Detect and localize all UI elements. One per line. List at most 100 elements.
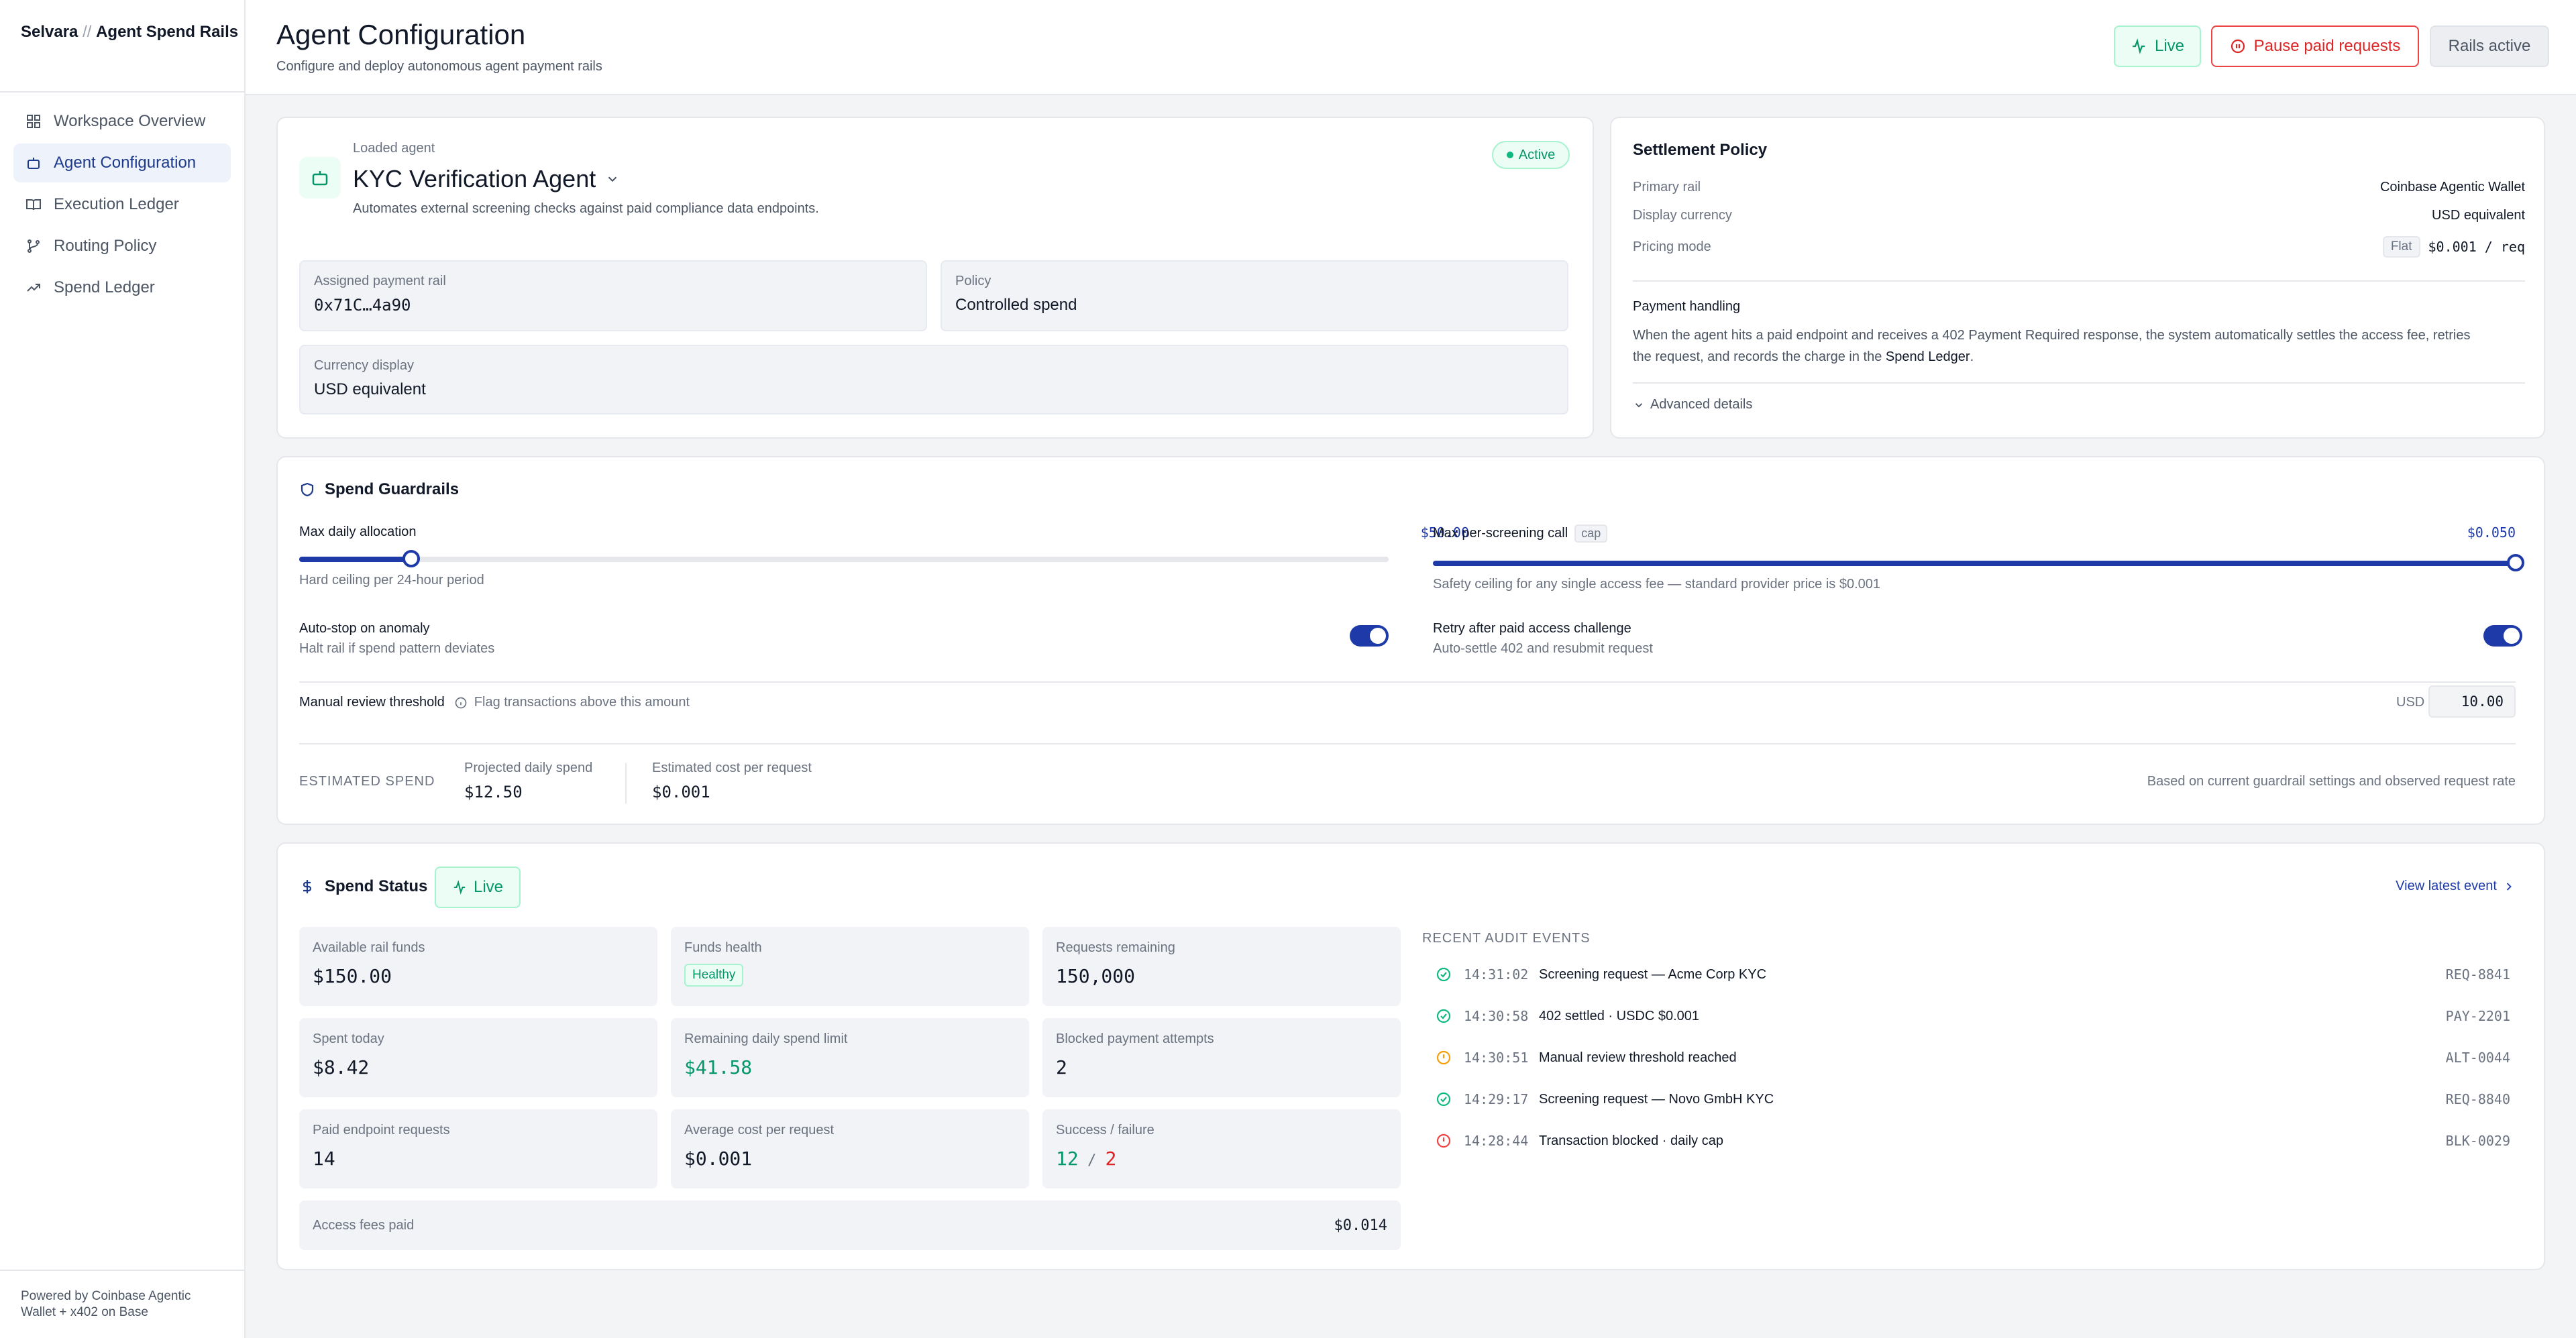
per-call-label: Max per-screening call	[1433, 526, 1568, 541]
stat-funds-health: Funds health Healthy	[671, 927, 1029, 1006]
manual-review-row: Manual review threshold Flag transaction…	[299, 695, 690, 710]
stat-value: $8.42	[313, 1056, 370, 1078]
stat-value: 150,000	[1056, 965, 1136, 987]
bot-icon	[28, 158, 40, 169]
agent-avatar	[299, 157, 341, 199]
agent-selector[interactable]: KYC Verification Agent	[353, 165, 620, 193]
brand-product: Agent Spend Rails	[96, 23, 239, 41]
sidebar-item-workspace-overview[interactable]: Workspace Overview	[13, 102, 231, 141]
sidebar: Selvara // Agent Spend Rails Workspace O…	[0, 0, 246, 1338]
estimated-cost-label: Estimated cost per request	[652, 761, 812, 775]
per-call-sub: Safety ceiling for any single access fee…	[1433, 577, 1881, 592]
per-call-value: $0.050	[2467, 524, 2516, 541]
pause-label: Pause paid requests	[2253, 37, 2401, 55]
settlement-policy-title: Settlement Policy	[1633, 141, 1768, 159]
divider	[625, 763, 627, 803]
sidebar-item-label: Workspace Overview	[54, 112, 206, 130]
payment-handling-text-1: When the agent hits a paid endpoint and …	[1633, 328, 2471, 343]
success-count: 12	[1056, 1148, 1079, 1170]
audit-event-row[interactable]: 14:28:44 Transaction blocked · daily cap…	[1422, 1120, 2524, 1162]
auto-stop-toggle[interactable]	[1350, 625, 1389, 647]
estimated-cost: Estimated cost per request $0.001	[652, 761, 812, 801]
view-latest-event-link[interactable]: View latest event	[2330, 879, 2516, 894]
currency-display-label: Currency display	[314, 358, 414, 373]
stat-spent-today: Spent today $8.42	[299, 1018, 657, 1097]
primary-rail-label: Primary rail	[1633, 180, 1701, 194]
spend-status-title: Spend Status	[325, 877, 428, 895]
pause-paid-requests-button[interactable]: Pause paid requests	[2211, 25, 2419, 67]
stat-value: $0.001	[684, 1148, 753, 1170]
payment-handling-text: When the agent hits a paid endpoint and …	[1633, 325, 2532, 368]
stat-label: Success / failure	[1056, 1123, 1155, 1137]
retry-toggle[interactable]	[2483, 625, 2522, 647]
stat-available-funds: Available rail funds $150.00	[299, 927, 657, 1006]
alert-circle-icon	[1436, 1050, 1451, 1065]
view-latest-event-label: View latest event	[2396, 879, 2497, 893]
review-currency: USD	[2396, 695, 2425, 710]
daily-allocation-thumb[interactable]	[402, 550, 421, 567]
access-fees-value: $0.014	[1334, 1217, 1387, 1234]
sidebar-nav: Workspace Overview Agent Configuration E…	[0, 93, 244, 319]
rails-active-button[interactable]: Rails active	[2430, 25, 2549, 67]
agent-description: Automates external screening checks agai…	[353, 201, 819, 216]
stat-value: 2	[1056, 1056, 1067, 1078]
stat-value: 12 / 2	[1056, 1148, 1401, 1170]
shield-icon	[301, 482, 314, 497]
sidebar-item-execution-ledger[interactable]: Execution Ledger	[13, 185, 231, 224]
primary-rail-value: Coinbase Agentic Wallet	[2379, 180, 2525, 194]
audit-event-row[interactable]: 14:29:17 Screening request — Novo GmbH K…	[1422, 1078, 2524, 1120]
payment-handling-end: .	[1970, 349, 1974, 364]
audit-event-row[interactable]: 14:30:51 Manual review threshold reached…	[1422, 1037, 2524, 1078]
display-currency-row: Display currency USD equivalent	[1633, 208, 2525, 223]
status-badge: Active	[1492, 141, 1570, 169]
audit-event-row[interactable]: 14:31:02 Screening request — Acme Corp K…	[1422, 954, 2524, 995]
estimated-cost-value: $0.001	[652, 783, 710, 801]
review-threshold-input[interactable]: 10.00	[2428, 685, 2516, 718]
per-call-thumb[interactable]	[2507, 554, 2524, 571]
success-failure-separator: /	[1078, 1152, 1106, 1169]
stat-average-cost: Average cost per request $0.001	[671, 1109, 1029, 1188]
payment-rail-field: Assigned payment rail 0x71C…4a90	[299, 260, 927, 331]
advanced-details-toggle[interactable]: Advanced details	[1633, 397, 1752, 412]
sidebar-item-label: Spend Ledger	[54, 278, 155, 296]
per-call-label-row: Max per-screening call cap	[1433, 524, 1608, 543]
grid-icon	[27, 115, 40, 128]
projected-spend-value: $12.50	[464, 783, 523, 801]
currency-display-field: Currency display USD equivalent	[299, 345, 1568, 414]
check-circle-icon	[1436, 1092, 1451, 1107]
stat-label: Requests remaining	[1056, 940, 1175, 955]
live-label: Live	[2154, 37, 2185, 55]
sidebar-item-routing-policy[interactable]: Routing Policy	[13, 227, 231, 266]
stat-label: Average cost per request	[684, 1123, 835, 1137]
info-icon	[455, 697, 467, 708]
currency-display-value: USD equivalent	[314, 380, 426, 398]
live-button[interactable]: Live	[2114, 25, 2201, 67]
payment-rail-label: Assigned payment rail	[314, 274, 446, 288]
toggle-knob	[2504, 628, 2520, 644]
spend-guardrails-card: Spend Guardrails Max daily allocation $5…	[276, 456, 2545, 825]
payment-handling-text-2: the request, and records the charge in t…	[1633, 349, 1886, 364]
retry-sub: Auto-settle 402 and resubmit request	[1433, 641, 1653, 656]
policy-field: Policy Controlled spend	[941, 260, 1568, 331]
projected-spend-label: Projected daily spend	[464, 761, 593, 775]
spend-ledger-link[interactable]: Spend Ledger	[1886, 349, 1970, 364]
sidebar-item-spend-ledger[interactable]: Spend Ledger	[13, 268, 231, 307]
sidebar-footer: Powered by Coinbase Agentic Wallet + x40…	[0, 1270, 244, 1338]
check-circle-icon	[1436, 967, 1451, 982]
brand: Selvara // Agent Spend Rails	[0, 0, 244, 93]
event-time: 14:31:02	[1464, 966, 1529, 983]
estimated-spend-label: ESTIMATED SPEND	[299, 774, 435, 789]
audit-event-row[interactable]: 14:30:58 402 settled · USDC $0.001 PAY-2…	[1422, 995, 2524, 1037]
spend-guardrails-header: Spend Guardrails	[299, 480, 459, 499]
stat-label: Spent today	[313, 1032, 384, 1046]
divider	[299, 743, 2516, 744]
sidebar-item-agent-configuration[interactable]: Agent Configuration	[13, 144, 231, 182]
event-text: Transaction blocked · daily cap	[1539, 1133, 1723, 1148]
manual-review-hint: Flag transactions above this amount	[474, 695, 690, 710]
pricing-mode-label: Pricing mode	[1633, 239, 1711, 254]
daily-allocation-slider[interactable]	[299, 550, 1389, 567]
pricing-mode-row: Pricing mode Flat $0.001 / req	[1633, 236, 2525, 258]
policy-label: Policy	[955, 274, 991, 288]
page-subtitle: Configure and deploy autonomous agent pa…	[276, 59, 602, 74]
per-call-slider[interactable]	[1433, 554, 2524, 571]
